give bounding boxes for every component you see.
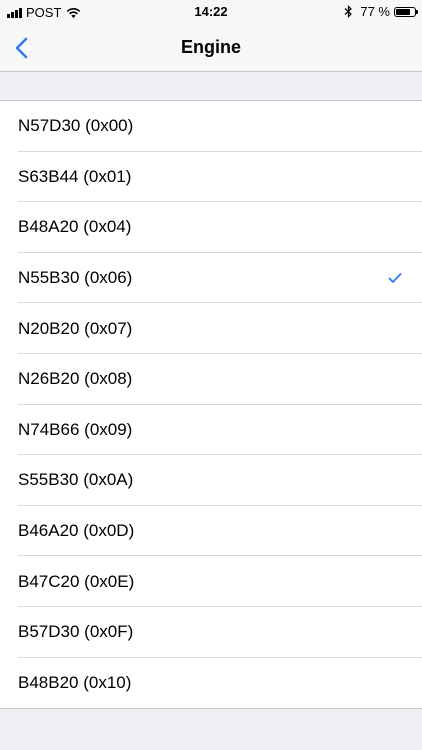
engine-option-row[interactable]: N74B66 (0x09)	[0, 405, 422, 456]
page-title: Engine	[180, 37, 241, 57]
engine-option-row[interactable]: B47C20 (0x0E)	[0, 556, 422, 607]
checkmark-icon	[388, 273, 402, 283]
engine-option-row[interactable]: N26B20 (0x08)	[0, 354, 422, 405]
battery-icon	[394, 6, 418, 17]
engine-option-label: N26B20 (0x08)	[18, 369, 133, 389]
engine-option-row[interactable]: B57D30 (0x0F)	[0, 607, 422, 658]
engine-option-row[interactable]: B46A20 (0x0D)	[0, 506, 422, 557]
status-right: 77 %	[344, 4, 418, 19]
engine-option-label: B57D30 (0x0F)	[18, 622, 134, 642]
engine-option-row[interactable]: N55B30 (0x06)	[0, 253, 422, 304]
engine-option-row[interactable]: S55B30 (0x0A)	[0, 455, 422, 506]
battery-percentage: 77 %	[360, 4, 390, 19]
engine-option-label: S55B30 (0x0A)	[18, 470, 134, 490]
engine-option-row[interactable]: N57D30 (0x00)	[0, 101, 422, 152]
engine-option-label: B46A20 (0x0D)	[18, 521, 135, 541]
engine-option-label: S63B44 (0x01)	[18, 166, 132, 186]
engine-option-label: B47C20 (0x0E)	[18, 571, 135, 591]
engine-option-row[interactable]: B48B20 (0x10)	[0, 658, 422, 709]
engine-list: N57D30 (0x00) S63B44 (0x01) B48A20 (0x04) N…	[0, 100, 422, 710]
bluetooth-icon	[344, 5, 353, 18]
engine-option-label: B48B20 (0x10)	[18, 672, 132, 692]
engine-option-row[interactable]: S63B44 (0x01)	[0, 152, 422, 203]
status-bar: POST 14:22 77 %	[0, 0, 422, 24]
engine-option-label: B48A20 (0x04)	[18, 217, 132, 237]
navigation-bar: Engine	[0, 24, 422, 72]
engine-option-row[interactable]: N20B20 (0x07)	[0, 303, 422, 354]
engine-option-label: N20B20 (0x07)	[18, 318, 133, 338]
engine-option-label: N55B30 (0x06)	[18, 268, 133, 288]
engine-option-label: N57D30 (0x00)	[18, 116, 134, 136]
battery-level-fill	[396, 8, 410, 15]
engine-option-row[interactable]: B48A20 (0x04)	[0, 202, 422, 253]
engine-option-label: N74B66 (0x09)	[18, 419, 133, 439]
